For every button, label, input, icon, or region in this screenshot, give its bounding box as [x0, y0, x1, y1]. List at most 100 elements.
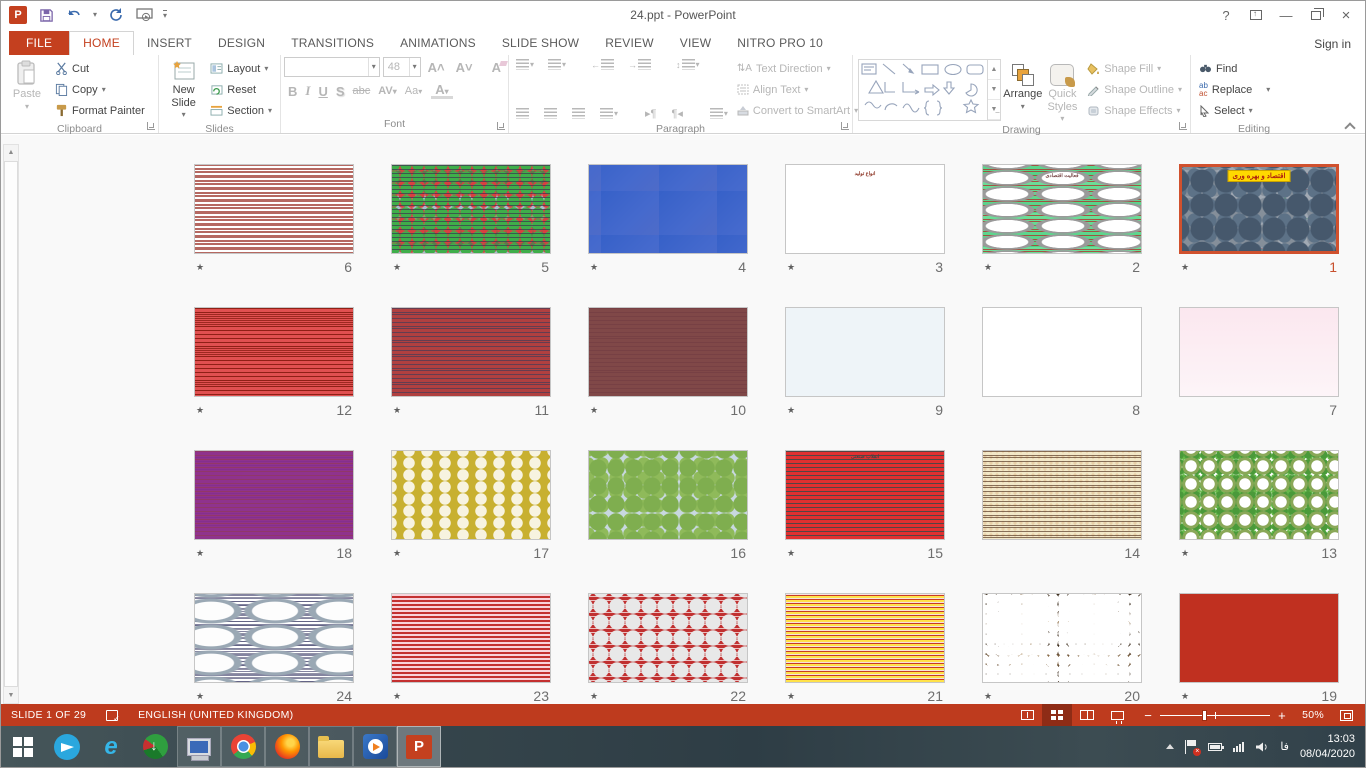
- transition-star-icon[interactable]: ★: [590, 405, 598, 416]
- transition-star-icon[interactable]: ★: [196, 262, 204, 273]
- tab-slide-show[interactable]: SLIDE SHOW: [489, 32, 592, 55]
- network-signal-icon[interactable]: [1233, 742, 1244, 752]
- slide-thumbnail-16[interactable]: [588, 450, 748, 540]
- slide-thumbnail-8[interactable]: [982, 307, 1142, 397]
- quick-styles-button[interactable]: Quick Styles▾: [1043, 57, 1083, 123]
- grow-font-icon[interactable]: A˄: [424, 60, 449, 75]
- close-button[interactable]: ×: [1331, 3, 1361, 27]
- transition-star-icon[interactable]: ★: [1181, 548, 1189, 559]
- font-color-button[interactable]: A▾: [431, 83, 452, 99]
- zoom-level[interactable]: 50%: [1296, 704, 1330, 726]
- slide-thumbnail-1[interactable]: اقتصاد و بهره وری: [1179, 164, 1339, 254]
- slide-thumbnail-20[interactable]: [982, 593, 1142, 683]
- select-button[interactable]: Select▾: [1196, 100, 1273, 121]
- align-right-button[interactable]: [568, 108, 589, 119]
- file-explorer-icon[interactable]: [309, 726, 353, 767]
- taskbar-clock[interactable]: 13:03 08/04/2020: [1300, 732, 1355, 761]
- media-player-icon[interactable]: [353, 726, 397, 767]
- hidden-icons-arrow[interactable]: [1166, 744, 1174, 749]
- transition-star-icon[interactable]: ★: [984, 262, 992, 273]
- fit-slide-to-window-button[interactable]: [1330, 704, 1365, 726]
- zoom-slider[interactable]: [1160, 715, 1270, 716]
- vertical-scrollbar[interactable]: ▲ ▼: [3, 144, 19, 704]
- language-indicator[interactable]: ENGLISH (UNITED KINGDOM): [128, 704, 303, 726]
- transition-star-icon[interactable]: ★: [787, 691, 795, 702]
- save-icon[interactable]: [37, 6, 55, 24]
- zoom-in-button[interactable]: +: [1276, 704, 1296, 726]
- slide-thumbnail-13[interactable]: [1179, 450, 1339, 540]
- slide-thumbnail-24[interactable]: [194, 593, 354, 683]
- help-button[interactable]: ?: [1211, 3, 1241, 27]
- layout-button[interactable]: Layout▾: [207, 58, 275, 79]
- reading-view-button[interactable]: [1072, 704, 1102, 726]
- tab-view[interactable]: VIEW: [667, 32, 724, 55]
- justify-button[interactable]: ▾: [596, 108, 622, 119]
- zoom-out-button[interactable]: −: [1132, 704, 1154, 726]
- shape-effects-button[interactable]: Shape Effects▾: [1084, 100, 1185, 121]
- slide-thumbnail-5[interactable]: [391, 164, 551, 254]
- line-spacing-button[interactable]: ↕▾: [672, 59, 704, 70]
- slide-thumbnail-4[interactable]: [588, 164, 748, 254]
- shapes-gallery[interactable]: ▲▼▼̲: [858, 59, 1001, 121]
- slide-thumbnail-9[interactable]: [785, 307, 945, 397]
- idm-icon[interactable]: [133, 726, 177, 767]
- battery-icon[interactable]: [1208, 743, 1222, 751]
- font-size-combo[interactable]: 48▾: [383, 57, 421, 77]
- align-center-button[interactable]: [540, 108, 561, 119]
- input-language-badge[interactable]: فا: [1280, 740, 1289, 753]
- slide-sorter-view-button[interactable]: [1042, 704, 1072, 726]
- find-button[interactable]: Find: [1196, 58, 1273, 79]
- italic-button[interactable]: I: [301, 83, 314, 99]
- on-screen-keyboard-icon[interactable]: [177, 726, 221, 767]
- bullets-button[interactable]: ▾: [512, 59, 538, 70]
- new-slide-button[interactable]: New Slide▾: [162, 57, 205, 122]
- tab-design[interactable]: DESIGN: [205, 32, 278, 55]
- slide-thumbnail-19[interactable]: [1179, 593, 1339, 683]
- sign-in-link[interactable]: Sign in: [1300, 33, 1365, 55]
- transition-star-icon[interactable]: ★: [393, 405, 401, 416]
- transition-star-icon[interactable]: ★: [393, 548, 401, 559]
- undo-icon[interactable]: [65, 6, 83, 24]
- rtl-direction-button[interactable]: ¶◂: [667, 107, 686, 120]
- text-shadow-button[interactable]: S: [332, 84, 349, 99]
- drawing-dialog-launcher[interactable]: [1179, 122, 1187, 130]
- firefox-icon[interactable]: [265, 726, 309, 767]
- decrease-indent-button[interactable]: ←: [587, 59, 618, 70]
- tab-review[interactable]: REVIEW: [592, 32, 667, 55]
- slide-thumbnail-2[interactable]: فعالیت اقتصادی: [982, 164, 1142, 254]
- tab-file[interactable]: FILE: [9, 31, 69, 55]
- paste-button[interactable]: Paste▾: [4, 57, 50, 122]
- shrink-font-icon[interactable]: A˅: [452, 60, 477, 75]
- replace-button[interactable]: abac Replace▾: [1196, 79, 1273, 100]
- transition-star-icon[interactable]: ★: [196, 548, 204, 559]
- customize-qat-icon[interactable]: ▾: [163, 10, 167, 20]
- slide-thumbnail-21[interactable]: [785, 593, 945, 683]
- reset-button[interactable]: Reset: [207, 79, 275, 100]
- tab-animations[interactable]: ANIMATIONS: [387, 32, 489, 55]
- columns-button[interactable]: ▾: [706, 108, 732, 119]
- paragraph-dialog-launcher[interactable]: [841, 122, 849, 130]
- bold-button[interactable]: B: [284, 84, 301, 99]
- scrollbar-thumb[interactable]: [4, 161, 18, 687]
- slide-thumbnail-11[interactable]: [391, 307, 551, 397]
- slide-thumbnail-7[interactable]: [1179, 307, 1339, 397]
- strikethrough-button[interactable]: abc: [349, 85, 375, 97]
- transition-star-icon[interactable]: ★: [393, 691, 401, 702]
- powerpoint-taskbar-icon[interactable]: P: [397, 726, 441, 767]
- spell-check-icon[interactable]: [96, 704, 128, 726]
- tab-nitro-pro[interactable]: NITRO PRO 10: [724, 32, 836, 55]
- arrange-button[interactable]: Arrange▾: [1003, 57, 1043, 123]
- chrome-icon[interactable]: [221, 726, 265, 767]
- slide-thumbnail-18[interactable]: [194, 450, 354, 540]
- action-center-flag-icon[interactable]: [1185, 740, 1197, 754]
- volume-icon[interactable]: [1255, 741, 1269, 753]
- slide-thumbnail-3[interactable]: انواع تولید: [785, 164, 945, 254]
- align-left-button[interactable]: [512, 108, 533, 119]
- undo-dropdown-icon[interactable]: ▾: [93, 11, 97, 19]
- transition-star-icon[interactable]: ★: [787, 548, 795, 559]
- copy-button[interactable]: Copy▾: [52, 79, 148, 100]
- ltr-direction-button[interactable]: ▸¶: [641, 107, 660, 120]
- restore-button[interactable]: [1301, 3, 1331, 27]
- minimize-button[interactable]: —: [1271, 3, 1301, 27]
- transition-star-icon[interactable]: ★: [787, 405, 795, 416]
